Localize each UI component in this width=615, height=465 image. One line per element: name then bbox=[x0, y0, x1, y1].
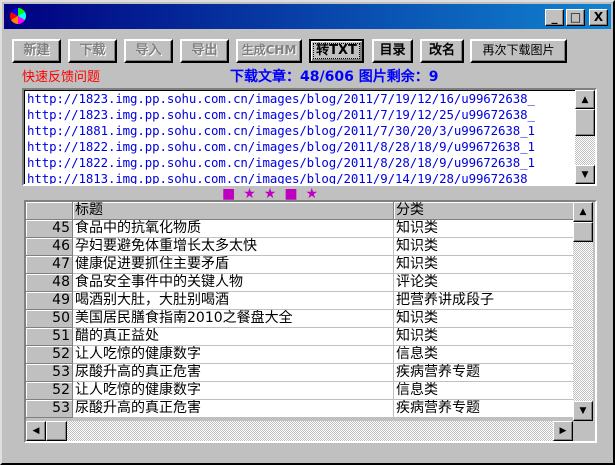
table-row[interactable]: 52 让人吃惊的健康数字 信息类 bbox=[26, 346, 574, 364]
category-cell[interactable]: 知识类 bbox=[394, 328, 574, 346]
scroll-up-icon[interactable]: ▲ bbox=[575, 90, 595, 109]
category-cell[interactable]: 知识类 bbox=[394, 310, 574, 328]
row-header-corner bbox=[26, 202, 73, 220]
title-cell[interactable]: 食品安全事件中的关键人物 bbox=[73, 274, 394, 292]
column-header-category[interactable]: 分类 bbox=[394, 202, 574, 220]
table-row[interactable]: 46 孕妇要避免体重增长太多太快 知识类 bbox=[26, 238, 574, 256]
grid-horizontal-scrollbar[interactable]: ◀ ▶ bbox=[26, 421, 573, 441]
article-grid[interactable]: 标题 分类 45 食品中的抗氧化物质 知识类 46 孕妇要避免体重增长太多太快 知识类 47… bbox=[24, 200, 597, 443]
to-txt-button[interactable]: 转TXT bbox=[309, 39, 364, 63]
title-cell[interactable]: 尿酸升高的真正危害 bbox=[73, 400, 394, 418]
row-number[interactable]: 51 bbox=[26, 328, 73, 346]
scroll-down-icon[interactable]: ▼ bbox=[573, 401, 593, 421]
title-cell[interactable]: 让人吃惊的健康数字 bbox=[73, 346, 394, 364]
import-button[interactable]: 导入 bbox=[124, 39, 173, 63]
download-status: 下载文章：48/606 图片剩余：9 bbox=[230, 69, 439, 85]
url-item[interactable]: http://1823.img.pp.sohu.com.cn/images/bl… bbox=[27, 107, 535, 123]
app-window: _ □ X 新建 下载 导入 导出 生成CHM 转TXT 目录 改名 再次下载图… bbox=[0, 0, 615, 465]
row-number[interactable]: 45 bbox=[26, 220, 73, 238]
table-row[interactable]: 47 健康促进要抓住主要矛盾 知识类 bbox=[26, 256, 574, 274]
generate-chm-button[interactable]: 生成CHM bbox=[236, 39, 302, 63]
scroll-thumb[interactable] bbox=[46, 421, 67, 441]
url-list[interactable]: http://1823.img.pp.sohu.com.cn/images/bl… bbox=[22, 88, 597, 186]
row-number[interactable]: 52 bbox=[26, 346, 73, 364]
title-cell[interactable]: 美国居民膳食指南2010之餐盘大全 bbox=[73, 310, 394, 328]
table-row[interactable]: 49 喝酒别大肚，大肚别喝酒 把营养讲成段子 bbox=[26, 292, 574, 310]
row-number[interactable]: 49 bbox=[26, 292, 73, 310]
app-icon[interactable] bbox=[10, 8, 26, 24]
table-row[interactable]: 45 食品中的抗氧化物质 知识类 bbox=[26, 220, 574, 238]
category-cell[interactable]: 信息类 bbox=[394, 346, 574, 364]
table-row[interactable]: 52 让人吃惊的健康数字 信息类 bbox=[26, 382, 574, 400]
url-item[interactable]: http://1823.img.pp.sohu.com.cn/images/bl… bbox=[27, 91, 535, 107]
row-number[interactable]: 50 bbox=[26, 310, 73, 328]
scroll-thumb[interactable] bbox=[575, 109, 595, 136]
grid-vertical-scrollbar[interactable]: ▲ ▼ bbox=[573, 202, 593, 421]
table-row[interactable]: 53 尿酸升高的真正危害 疾病营养专题 bbox=[26, 400, 574, 418]
scroll-up-icon[interactable]: ▲ bbox=[573, 202, 593, 222]
redownload-images-button[interactable]: 再次下载图片 bbox=[470, 39, 567, 63]
category-cell[interactable]: 知识类 bbox=[394, 220, 574, 238]
title-bar[interactable]: _ □ X bbox=[4, 4, 611, 29]
catalog-button[interactable]: 目录 bbox=[372, 39, 413, 63]
category-cell[interactable]: 把营养讲成段子 bbox=[394, 292, 574, 310]
new-button[interactable]: 新建 bbox=[12, 39, 61, 63]
column-header-title[interactable]: 标题 bbox=[73, 202, 394, 220]
title-cell[interactable]: 健康促进要抓住主要矛盾 bbox=[73, 256, 394, 274]
title-cell[interactable]: 醋的真正益处 bbox=[73, 328, 394, 346]
export-button[interactable]: 导出 bbox=[180, 39, 229, 63]
category-cell[interactable]: 疾病营养专题 bbox=[394, 400, 574, 418]
row-number[interactable]: 47 bbox=[26, 256, 73, 274]
url-item[interactable]: http://1881.img.pp.sohu.com.cn/images/bl… bbox=[27, 123, 535, 139]
scroll-down-icon[interactable]: ▼ bbox=[575, 165, 595, 184]
table-row[interactable]: 51 醋的真正益处 知识类 bbox=[26, 328, 574, 346]
close-button[interactable]: X bbox=[589, 9, 608, 26]
grid-header: 标题 分类 bbox=[26, 202, 574, 220]
scroll-left-icon[interactable]: ◀ bbox=[26, 421, 46, 441]
title-cell[interactable]: 喝酒别大肚，大肚别喝酒 bbox=[73, 292, 394, 310]
category-cell[interactable]: 疾病营养专题 bbox=[394, 364, 574, 382]
row-number[interactable]: 52 bbox=[26, 382, 73, 400]
feedback-link[interactable]: 快速反馈问题 bbox=[22, 66, 100, 85]
scroll-thumb[interactable] bbox=[573, 222, 593, 242]
minimize-button[interactable]: _ bbox=[545, 9, 564, 26]
url-item[interactable]: http://1822.img.pp.sohu.com.cn/images/bl… bbox=[27, 155, 535, 171]
category-cell[interactable]: 知识类 bbox=[394, 238, 574, 256]
rename-button[interactable]: 改名 bbox=[420, 39, 464, 63]
row-number[interactable]: 53 bbox=[26, 364, 73, 382]
url-item[interactable]: http://1813.img.pp.sohu.com.cn/images/bl… bbox=[27, 171, 535, 184]
scroll-right-icon[interactable]: ▶ bbox=[553, 421, 573, 441]
title-cell[interactable]: 尿酸升高的真正危害 bbox=[73, 364, 394, 382]
table-row[interactable]: 50 美国居民膳食指南2010之餐盘大全 知识类 bbox=[26, 310, 574, 328]
table-row[interactable]: 48 食品安全事件中的关键人物 评论类 bbox=[26, 274, 574, 292]
row-number[interactable]: 48 bbox=[26, 274, 73, 292]
title-cell[interactable]: 让人吃惊的健康数字 bbox=[73, 382, 394, 400]
category-cell[interactable]: 信息类 bbox=[394, 382, 574, 400]
category-cell[interactable]: 知识类 bbox=[394, 256, 574, 274]
title-cell[interactable]: 食品中的抗氧化物质 bbox=[73, 220, 394, 238]
row-number[interactable]: 46 bbox=[26, 238, 73, 256]
category-cell[interactable]: 评论类 bbox=[394, 274, 574, 292]
title-cell[interactable]: 孕妇要避免体重增长太多太快 bbox=[73, 238, 394, 256]
url-list-scrollbar[interactable]: ▲ ▼ bbox=[575, 90, 595, 184]
row-number[interactable]: 53 bbox=[26, 400, 73, 418]
download-button[interactable]: 下载 bbox=[68, 39, 117, 63]
url-item[interactable]: http://1822.img.pp.sohu.com.cn/images/bl… bbox=[27, 139, 535, 155]
table-row[interactable]: 53 尿酸升高的真正危害 疾病营养专题 bbox=[26, 364, 574, 382]
maximize-button[interactable]: □ bbox=[566, 9, 585, 26]
